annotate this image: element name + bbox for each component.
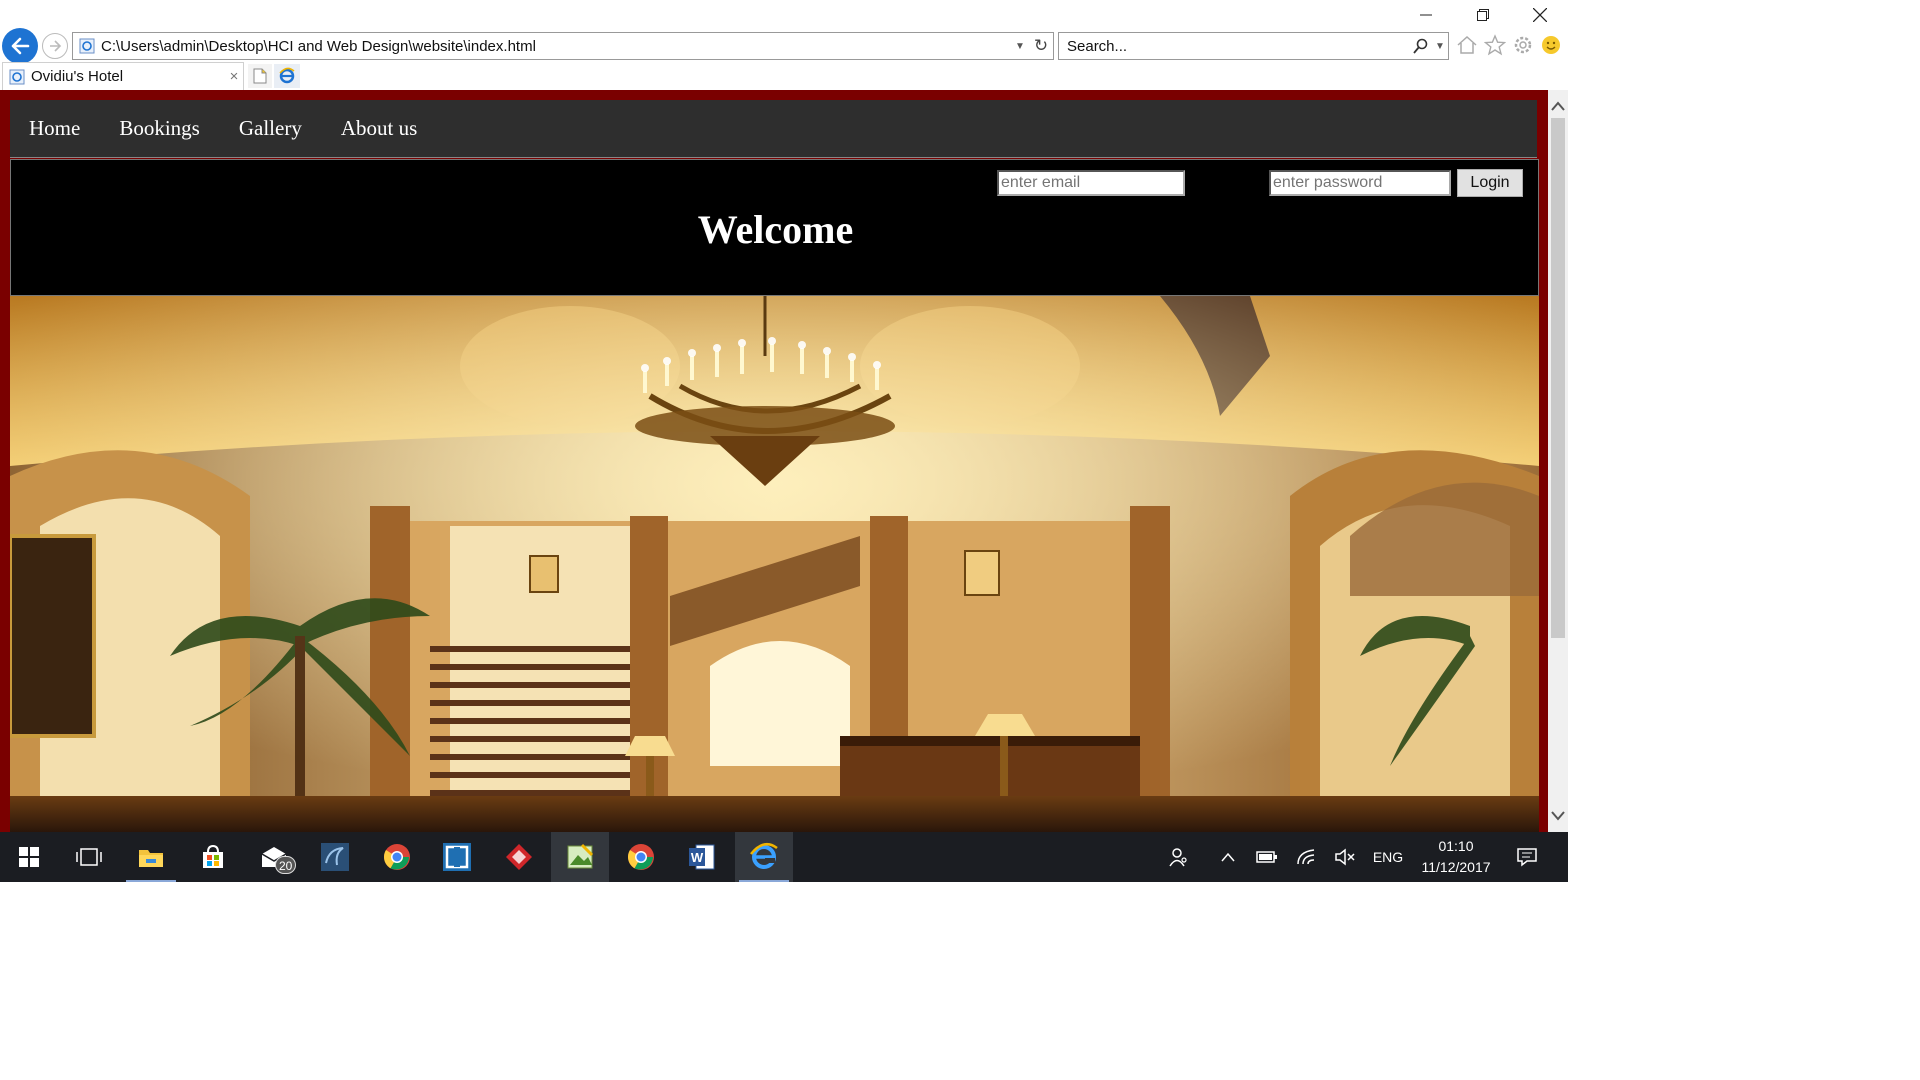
internet-explorer-button[interactable] [735,832,793,882]
page-favicon-icon [9,69,25,84]
app-button-image-editor[interactable] [551,832,609,882]
address-dropdown-icon[interactable]: ▼ [1011,41,1029,52]
app-button-bracket[interactable] [428,832,486,882]
window-controls [1397,0,1568,30]
tab-strip: Ovidiu's Hotel × [0,62,1568,90]
smiley-feedback-icon[interactable] [1540,34,1562,56]
browser-navigation-bar: C:\Users\admin\Desktop\HCI and Web Desig… [0,28,1568,64]
store-icon [203,845,223,868]
arrow-left-icon [11,37,30,55]
arrow-right-icon [50,40,62,52]
search-icon[interactable] [1410,38,1432,54]
wifi-icon[interactable] [1292,832,1322,882]
back-button[interactable] [2,28,38,64]
minimize-button[interactable] [1397,0,1454,30]
chrome-button-1[interactable] [368,832,426,882]
store-button[interactable] [184,832,242,882]
new-tab-icon [253,68,267,84]
nav-gallery[interactable]: Gallery [239,116,302,141]
address-text[interactable]: C:\Users\admin\Desktop\HCI and Web Desig… [101,38,1011,55]
close-window-button[interactable] [1511,0,1568,30]
chrome-icon [627,844,654,870]
red-diamond-app-icon [506,844,532,870]
action-center-icon[interactable] [1512,832,1542,882]
clock-time: 01:10 [1438,838,1474,854]
page-favicon-icon [79,38,95,54]
folder-icon [139,850,163,867]
search-dropdown-icon[interactable]: ▼ [1432,41,1448,52]
home-icon[interactable] [1456,34,1478,56]
clock-date: 11/12/2017 [1421,859,1491,875]
ie-logo-button[interactable] [274,64,300,88]
site-header: Login Welcome [10,159,1539,296]
minimize-icon [1419,14,1432,16]
page-title: Welcome [697,207,854,252]
nav-bookings[interactable]: Bookings [119,116,200,141]
email-field[interactable] [997,170,1185,196]
app-button-red-diamond[interactable] [490,832,548,882]
search-box[interactable]: Search... ▼ [1058,32,1449,60]
language-indicator[interactable]: ENG [1366,832,1410,882]
file-explorer-button[interactable] [122,832,180,882]
restore-button[interactable] [1454,0,1511,30]
windows-logo-icon [19,847,39,867]
chevron-up-icon[interactable] [1214,832,1242,882]
image-editor-icon [567,843,594,869]
gear-icon[interactable] [1512,34,1534,56]
restore-icon [1476,9,1489,21]
language-label: ENG [1372,849,1404,865]
volume-muted-icon[interactable] [1330,832,1360,882]
mysql-workbench-button[interactable] [306,832,364,882]
ie-logo-icon [279,67,295,84]
mail-button[interactable]: 20 [245,832,303,882]
window-titlebar [0,0,1568,30]
new-tab-button[interactable] [248,64,272,88]
scrollbar-thumb[interactable] [1551,118,1565,638]
battery-icon[interactable] [1252,832,1282,882]
close-tab-icon[interactable]: × [225,68,243,85]
site-navigation: Home Bookings Gallery About us [10,100,1537,158]
password-field[interactable] [1269,170,1451,196]
nav-home[interactable]: Home [29,116,80,141]
dolphin-app-icon [321,843,349,871]
favorites-star-icon[interactable] [1484,34,1506,56]
tab-ovidius-hotel[interactable]: Ovidiu's Hotel × [2,62,244,90]
nav-about-us[interactable]: About us [341,116,417,141]
word-button[interactable]: W [673,832,731,882]
mail-count-badge: 20 [275,856,297,874]
hotel-lobby-image [10,296,1539,832]
word-icon: W [689,844,715,870]
search-input[interactable]: Search... [1059,38,1410,55]
people-icon[interactable] [1164,832,1194,882]
browser-toolbar [1456,34,1562,56]
login-button[interactable]: Login [1457,169,1523,197]
start-button[interactable] [0,832,58,882]
windows-taskbar: 20 W ENG 01:10 11/12/2017 [0,832,1568,882]
refresh-icon[interactable]: ↻ [1029,36,1053,56]
close-icon [1532,8,1547,22]
vertical-scrollbar[interactable] [1548,90,1568,832]
system-clock[interactable]: 01:10 11/12/2017 [1416,836,1496,878]
scroll-up-icon[interactable] [1548,96,1568,116]
page-viewport: Home Bookings Gallery About us Login Wel… [0,90,1548,832]
forward-button[interactable] [42,33,68,59]
chrome-button-2[interactable] [612,832,670,882]
chrome-icon [383,844,410,870]
bracket-app-icon [443,843,471,871]
task-view-icon [76,848,102,866]
address-bar[interactable]: C:\Users\admin\Desktop\HCI and Web Desig… [72,32,1054,60]
scroll-down-icon[interactable] [1548,806,1568,826]
task-view-button[interactable] [60,832,118,882]
tab-title: Ovidiu's Hotel [31,68,124,85]
svg-text:W: W [691,850,704,865]
internet-explorer-icon [750,842,778,869]
